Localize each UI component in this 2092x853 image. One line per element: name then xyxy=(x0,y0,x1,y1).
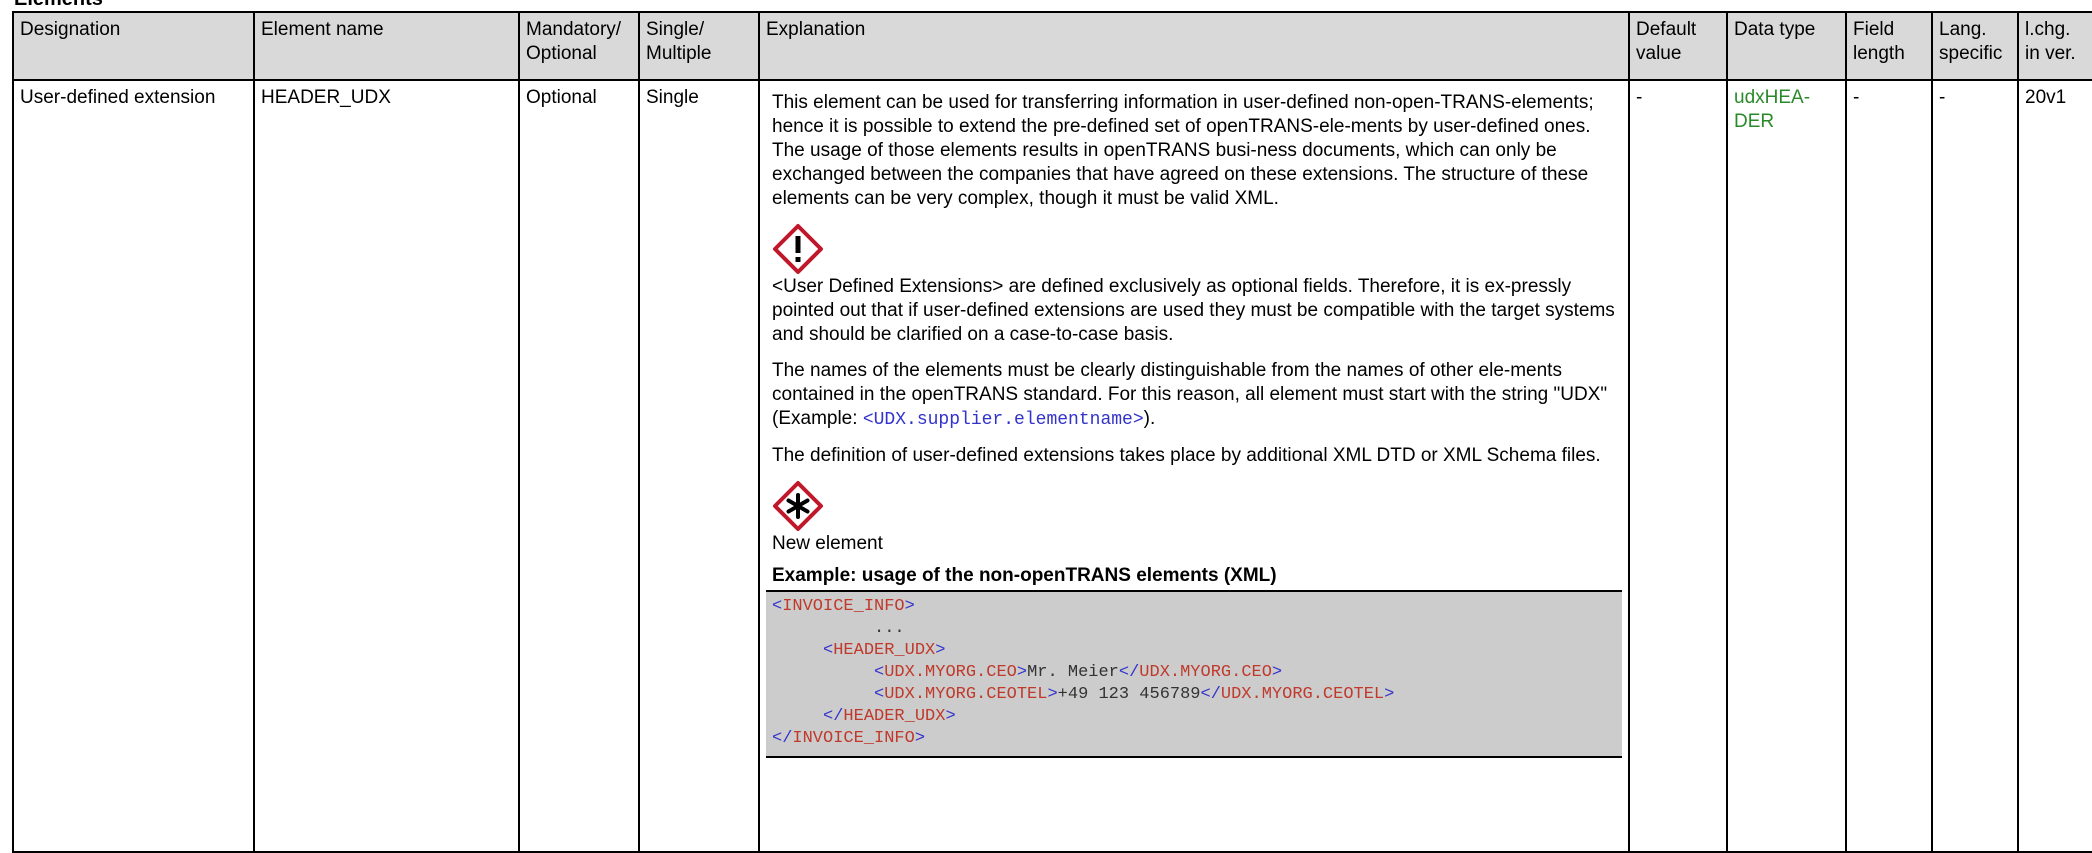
cell-lang-specific: - xyxy=(1931,79,2019,853)
cell-data-type[interactable]: udxHEA-DER xyxy=(1726,79,1847,853)
asterisk-diamond-icon xyxy=(772,480,824,532)
cell-mandatory-optional: Optional xyxy=(518,79,640,853)
xml-code-example: <INVOICE_INFO> ... <HEADER_UDX> <UDX.MYO… xyxy=(766,590,1622,758)
col-header-single-multiple: Single/ Multiple xyxy=(638,11,760,81)
col-header-designation: Designation xyxy=(12,11,255,81)
col-header-default-value: Default value xyxy=(1628,11,1728,81)
explanation-paragraph-1: This element can be used for transferrin… xyxy=(772,92,1594,209)
warning-text: <User Defined Extensions> are defined ex… xyxy=(772,276,1615,345)
exclamation-diamond-icon xyxy=(772,223,824,275)
table-header-row: Designation Element name Mandatory/ Opti… xyxy=(12,11,2092,81)
col-header-last-change: l.chg. in ver. xyxy=(2017,11,2092,81)
elements-table: Designation Element name Mandatory/ Opti… xyxy=(12,11,2092,853)
cell-default-value: - xyxy=(1628,79,1728,853)
cell-element-name: HEADER_UDX xyxy=(253,79,520,853)
cell-single-multiple: Single xyxy=(638,79,760,853)
example-title: Example: usage of the non-openTRANS elem… xyxy=(772,565,1277,586)
col-header-element-name: Element name xyxy=(253,11,520,81)
cell-designation: User-defined extension xyxy=(12,79,255,853)
explanation-paragraph-4: The definition of user-defined extension… xyxy=(772,445,1601,466)
inline-code-example: <UDX.supplier.elementname> xyxy=(862,410,1144,430)
explanation-paragraph-3: The names of the elements must be clearl… xyxy=(772,359,1616,432)
col-header-lang-specific: Lang. specific xyxy=(1931,11,2019,81)
col-header-field-length: Field length xyxy=(1845,11,1933,81)
col-header-mandatory-optional: Mandatory/ Optional xyxy=(518,11,640,81)
table-row: User-defined extension HEADER_UDX Option… xyxy=(12,79,2092,853)
new-element-text: New element xyxy=(772,533,883,554)
cell-field-length: - xyxy=(1845,79,1933,853)
col-header-explanation: Explanation xyxy=(758,11,1630,81)
cell-last-change: 20v1 xyxy=(2017,79,2092,853)
paragraph-3-end: ). xyxy=(1143,408,1156,429)
section-heading: Elements xyxy=(14,0,103,10)
cell-explanation: This element can be used for transferrin… xyxy=(758,79,1630,853)
col-header-data-type: Data type xyxy=(1726,11,1847,81)
